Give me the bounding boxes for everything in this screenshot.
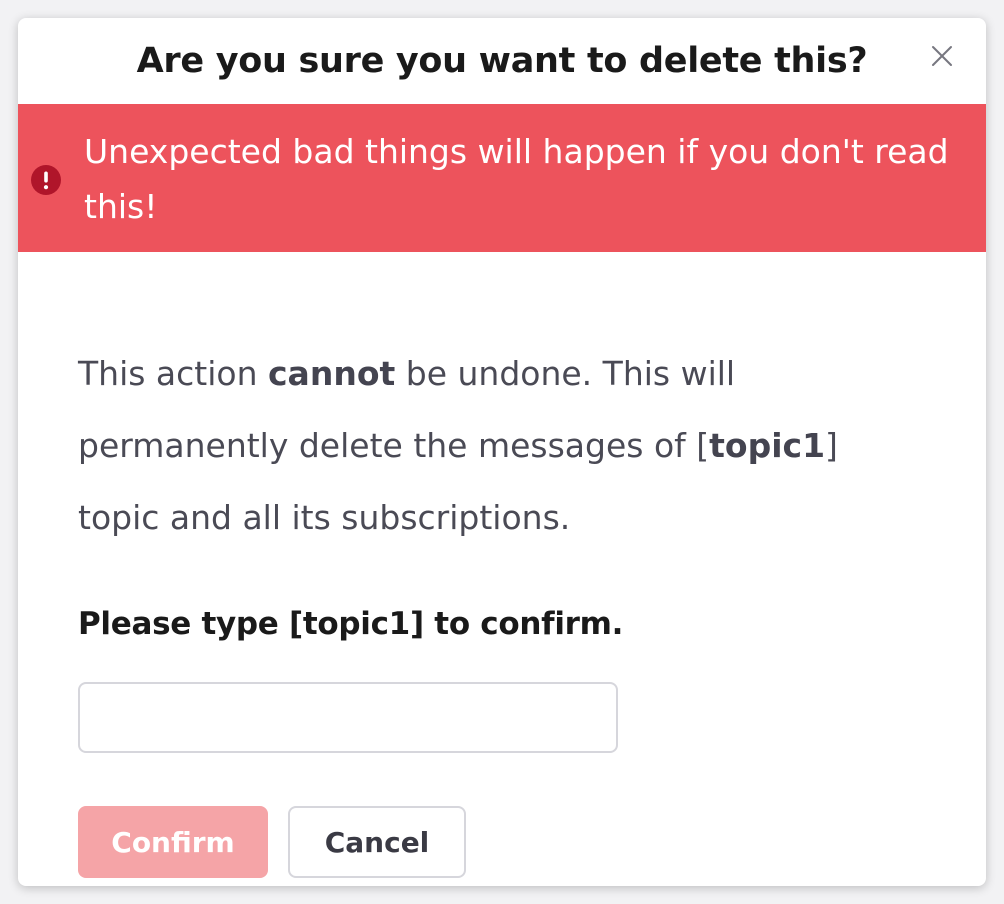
close-button[interactable] [930, 44, 954, 68]
exclamation-circle-icon [31, 165, 61, 195]
confirm-topic-input[interactable] [78, 682, 618, 753]
description-emphasis: cannot [268, 354, 396, 393]
warning-text: Unexpected bad things will happen if you… [84, 132, 949, 226]
confirm-field-label: Please type [topic1] to confirm. [78, 606, 624, 642]
description-topic-name: topic1 [709, 426, 826, 465]
cancel-button[interactable]: Cancel [288, 806, 466, 878]
dialog-header: Are you sure you want to delete this? [18, 18, 986, 104]
delete-confirmation-dialog: Are you sure you want to delete this? Un… [18, 18, 986, 886]
warning-banner: Unexpected bad things will happen if you… [18, 104, 986, 252]
description-text: This action cannot be undone. This will … [78, 338, 838, 554]
close-icon [932, 46, 952, 66]
description-part1: This action [78, 354, 268, 393]
dialog-title: Are you sure you want to delete this? [136, 41, 868, 81]
confirm-button[interactable]: Confirm [78, 806, 268, 878]
